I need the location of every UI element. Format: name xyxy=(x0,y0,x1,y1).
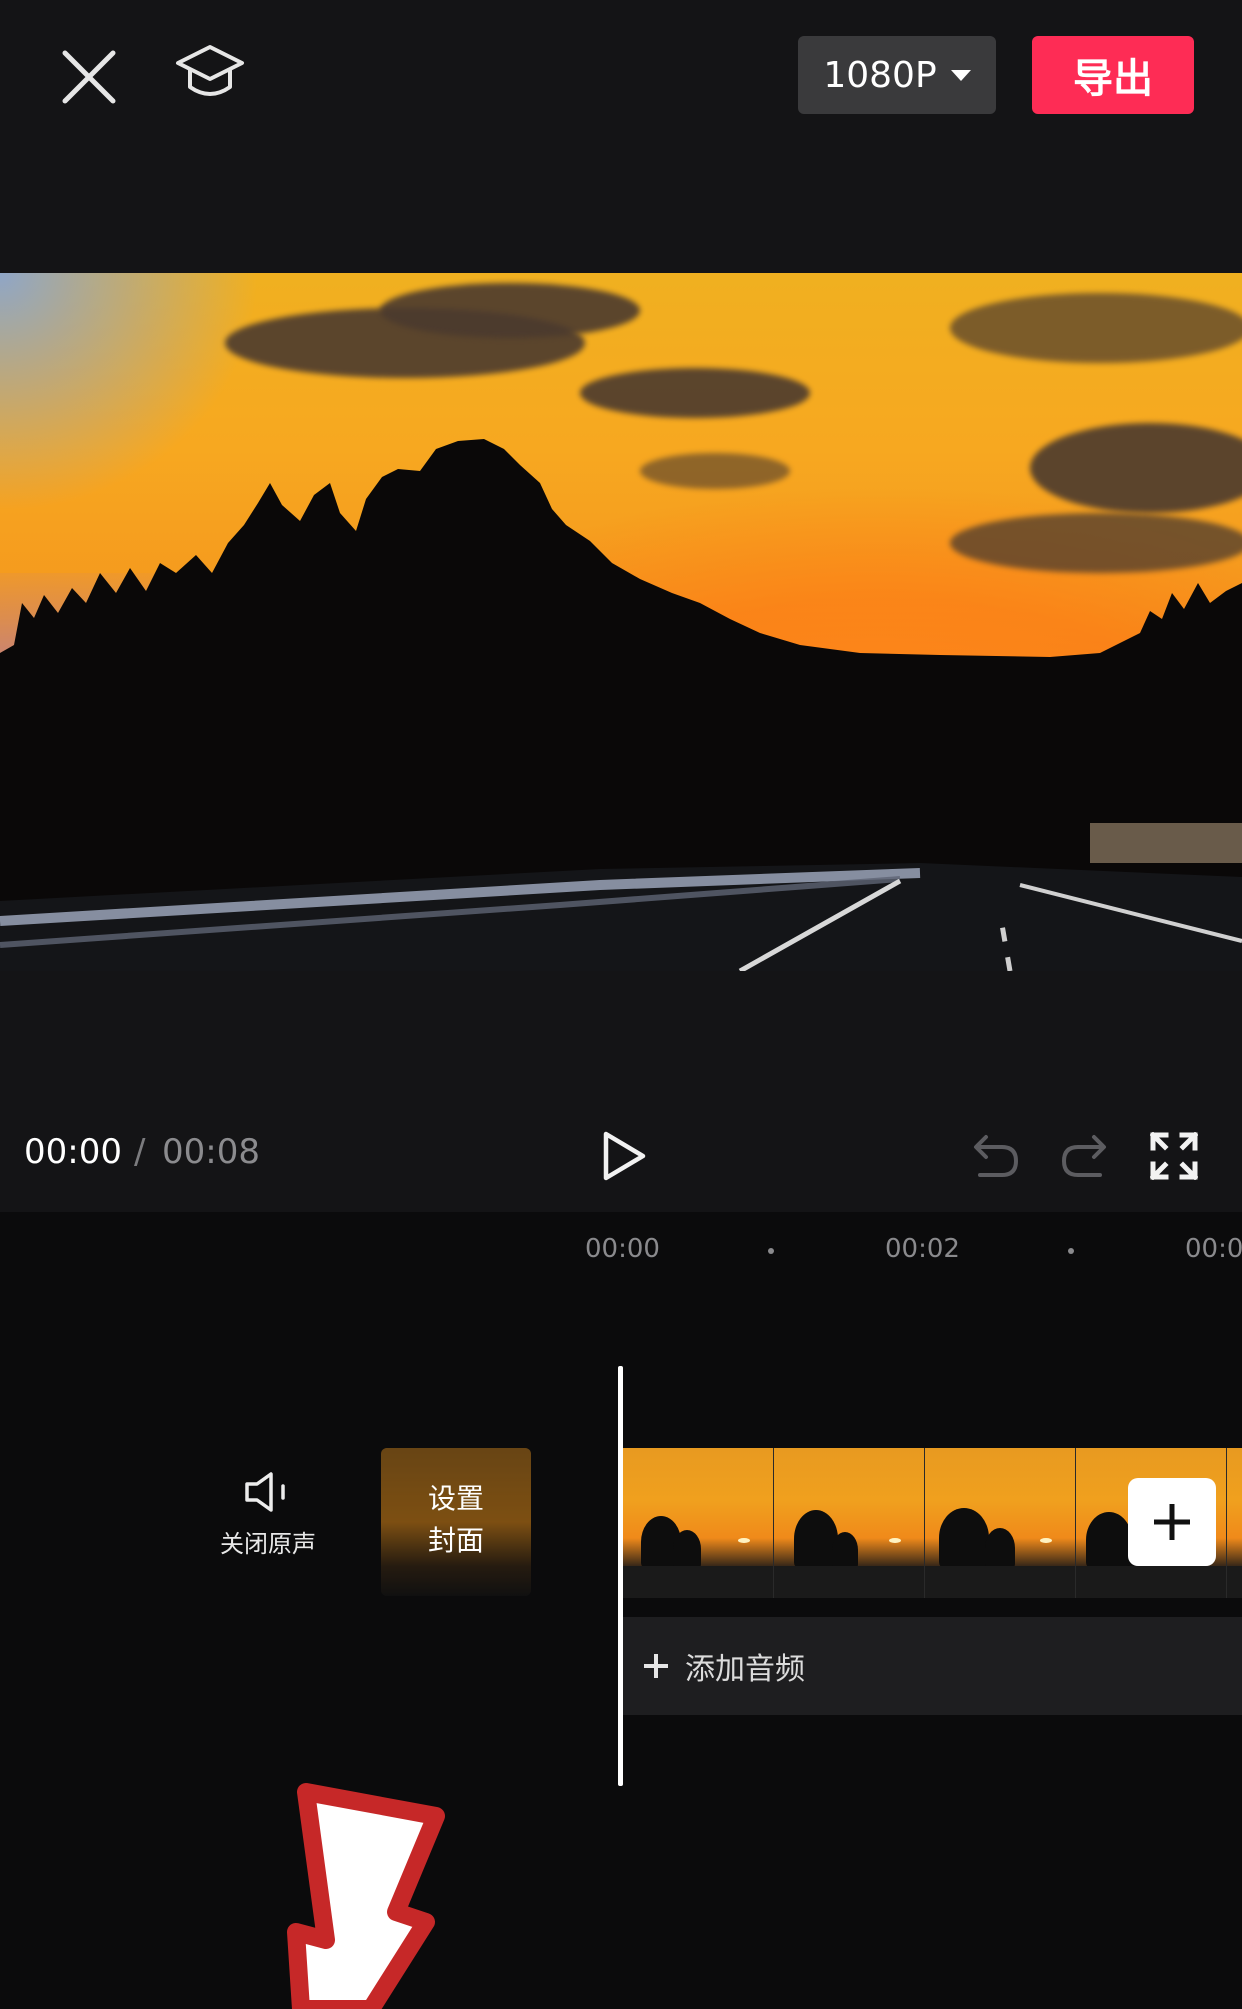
play-icon xyxy=(603,1131,646,1181)
close-icon xyxy=(62,50,116,104)
chevron-down-icon xyxy=(950,69,971,81)
add-audio-label: 添加音频 xyxy=(685,1652,805,1687)
time-separator: / xyxy=(134,1132,146,1172)
mute-label: 关闭原声 xyxy=(220,1530,316,1558)
resolution-label: 1080P xyxy=(823,54,937,96)
tutorial-button[interactable] xyxy=(170,36,250,116)
fullscreen-icon xyxy=(1150,1132,1198,1180)
mute-original-audio-button[interactable]: 关闭原声 xyxy=(208,1470,328,1570)
plus-icon xyxy=(644,1654,668,1678)
cover-label: 设置 封面 xyxy=(427,1482,484,1557)
annotation-arrow xyxy=(287,1783,445,2009)
playhead[interactable] xyxy=(618,1366,623,1786)
clip-frame xyxy=(925,1448,1076,1598)
scene-silhouette xyxy=(0,439,1242,971)
undo-icon xyxy=(974,1135,1019,1177)
redo-icon xyxy=(1061,1135,1106,1177)
clip-frame xyxy=(774,1448,925,1598)
add-audio-button[interactable]: 添加音频 xyxy=(623,1617,1242,1715)
plus-icon xyxy=(1154,1504,1190,1540)
set-cover-button[interactable]: 设置 封面 xyxy=(381,1448,531,1596)
ruler-dot xyxy=(1068,1248,1074,1254)
ruler-dot xyxy=(768,1248,774,1254)
resolution-selector[interactable]: 1080P xyxy=(798,36,996,114)
controls-background xyxy=(0,971,1242,1102)
undo-button[interactable] xyxy=(968,1130,1024,1182)
ruler-label-4: 00:0 xyxy=(1185,1234,1242,1264)
clip-frame xyxy=(623,1448,774,1598)
add-clip-button[interactable] xyxy=(1128,1478,1216,1566)
ruler-label-2: 00:02 xyxy=(885,1234,960,1264)
speaker-icon xyxy=(245,1472,285,1512)
fullscreen-button[interactable] xyxy=(1146,1128,1202,1184)
video-preview[interactable] xyxy=(0,273,1242,971)
graduation-cap-icon xyxy=(176,45,244,96)
ruler-label-0: 00:00 xyxy=(585,1234,660,1264)
total-time: 00:08 xyxy=(162,1132,260,1172)
export-button[interactable]: 导出 xyxy=(1032,36,1194,114)
current-time: 00:00 xyxy=(24,1132,122,1172)
close-button[interactable] xyxy=(52,40,126,114)
redo-button[interactable] xyxy=(1056,1130,1112,1182)
clip-frame xyxy=(1227,1448,1242,1598)
play-button[interactable] xyxy=(594,1126,654,1186)
